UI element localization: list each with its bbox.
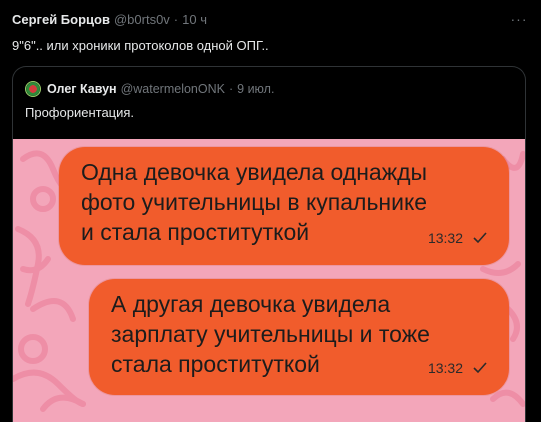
author-handle[interactable]: @b0rts0v bbox=[114, 12, 170, 27]
check-icon bbox=[473, 362, 487, 374]
avatar[interactable] bbox=[25, 81, 41, 97]
message-time: 13:32 bbox=[427, 230, 463, 246]
message-time: 13:32 bbox=[427, 360, 463, 376]
more-icon: ··· bbox=[510, 11, 528, 27]
quoted-author-handle: @watermelonONK bbox=[120, 82, 225, 96]
attached-image[interactable]: Одна девочка увидела однажды фото учител… bbox=[13, 139, 525, 422]
separator-dot: · bbox=[228, 82, 234, 96]
author-name[interactable]: Сергей Борцов bbox=[12, 12, 110, 27]
quoted-tweet-header: Олег Кавун @watermelonONK · 9 июл. bbox=[25, 79, 274, 99]
tweet-header: Сергей Борцов @b0rts0v · 10 ч bbox=[12, 10, 529, 28]
more-options-button[interactable]: ··· bbox=[509, 10, 529, 28]
quoted-tweet-text: Профориентация. bbox=[25, 105, 135, 120]
message-bubble: Одна девочка увидела однажды фото учител… bbox=[59, 147, 509, 265]
message-meta: 13:32 bbox=[428, 353, 487, 383]
quoted-time: 9 июл. bbox=[237, 82, 275, 96]
check-icon bbox=[473, 232, 487, 244]
message-meta: 13:32 bbox=[428, 223, 487, 253]
tweet-text: 9"6".. или хроники протоколов одной ОПГ.… bbox=[12, 38, 269, 53]
quoted-author-name: Олег Кавун bbox=[47, 82, 117, 96]
message-bubble: А другая девочка увидела зарплату учител… bbox=[89, 279, 509, 395]
tweet: Сергей Борцов @b0rts0v · 10 ч ··· 9"6"..… bbox=[0, 0, 541, 422]
post-time[interactable]: 10 ч bbox=[182, 12, 207, 27]
quoted-tweet[interactable]: Олег Кавун @watermelonONK · 9 июл. Профо… bbox=[12, 66, 526, 422]
separator-dot: · bbox=[173, 11, 179, 27]
